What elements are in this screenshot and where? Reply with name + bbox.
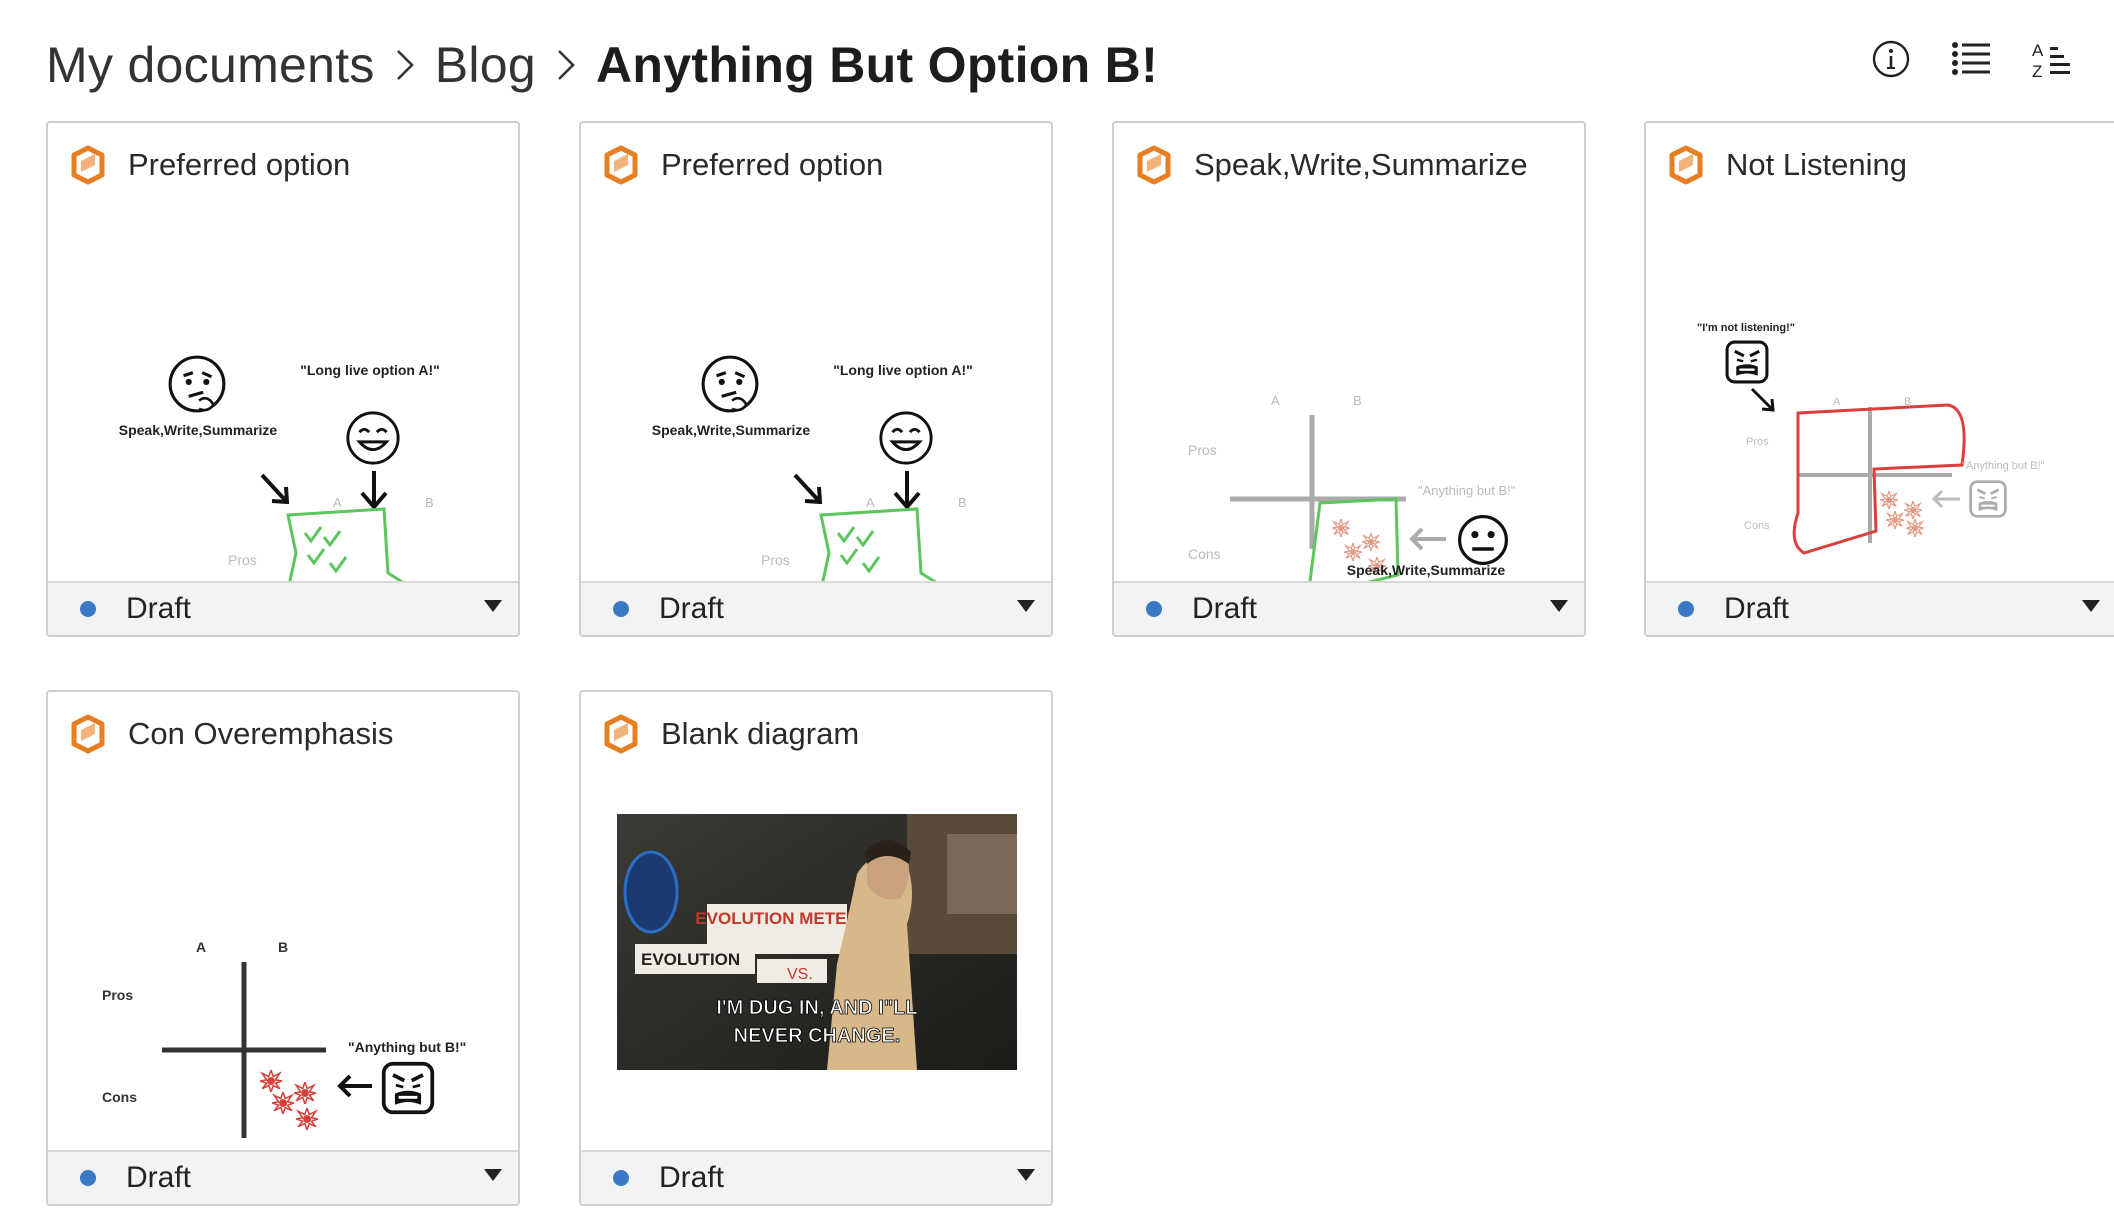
svg-text:Pros: Pros: [1746, 436, 1769, 448]
breadcrumb-my-documents[interactable]: My documents: [46, 36, 375, 94]
info-icon[interactable]: [1868, 36, 1914, 82]
status-dot: [1146, 601, 1162, 617]
card-title[interactable]: Blank diagram: [661, 716, 859, 752]
document-card[interactable]: Speak,Write,Summarize A B Pros Cons "Any…: [1112, 121, 1586, 637]
status-label: Draft: [1724, 592, 1790, 625]
card-title[interactable]: Speak,Write,Summarize: [1194, 147, 1528, 183]
sort-alpha-icon[interactable]: AZ: [2028, 36, 2074, 82]
status-dropdown-icon[interactable]: [484, 1169, 502, 1181]
document-icon: [1666, 145, 1706, 185]
status-label: Draft: [659, 1161, 725, 1194]
status-dot: [1678, 601, 1694, 617]
status-dot: [613, 1170, 629, 1186]
svg-text:Pros: Pros: [228, 552, 257, 568]
document-icon: [1134, 145, 1174, 185]
card-title[interactable]: Not Listening: [1726, 147, 1907, 183]
card-title[interactable]: Preferred option: [128, 147, 350, 183]
svg-text:"Anything but B!": "Anything but B!": [348, 1039, 466, 1055]
chevron-right-icon: [375, 48, 435, 82]
svg-text:A: A: [2032, 41, 2044, 60]
svg-text:B: B: [425, 495, 434, 510]
meme-caption: I'M DUG IN, AND I"LL: [716, 997, 917, 1019]
status-dot: [80, 1170, 96, 1186]
status-dropdown-icon[interactable]: [1017, 600, 1035, 612]
speaker-caption: Speak,Write,Summarize: [1347, 562, 1506, 578]
document-card[interactable]: Preferred option Speak,Write,Summarize "…: [46, 121, 520, 637]
diagram-thumbnail[interactable]: Speak,Write,Summarize "Long live option …: [50, 213, 518, 583]
diagram-thumbnail[interactable]: Speak,Write,Summarize "Long live option …: [583, 213, 1051, 583]
status-bar: Draft: [1646, 581, 2114, 635]
status-label: Draft: [659, 592, 725, 625]
meme-image[interactable]: EVOLUTION METER EVOLUTION VS. I'M DUG IN…: [617, 814, 1017, 1070]
svg-text:A: A: [333, 495, 342, 510]
document-icon: [68, 145, 108, 185]
document-card[interactable]: Blank diagram EVOLUTION METER EVOLUTION …: [579, 690, 1053, 1206]
status-label: Draft: [126, 1161, 192, 1194]
svg-text:"Long live option A!": "Long live option A!": [833, 362, 973, 378]
list-view-icon[interactable]: [1948, 36, 1994, 82]
svg-text:Pros: Pros: [102, 987, 133, 1003]
status-dropdown-icon[interactable]: [1017, 1169, 1035, 1181]
svg-text:"I'm not listening!": "I'm not listening!": [1697, 322, 1795, 334]
card-title[interactable]: Con Overemphasis: [128, 716, 393, 752]
status-bar: Draft: [1114, 581, 1584, 635]
page-title: Anything But Option B!: [596, 37, 1159, 93]
status-dropdown-icon[interactable]: [1550, 600, 1568, 612]
breadcrumb-blog[interactable]: Blog: [435, 36, 536, 94]
status-dot: [80, 601, 96, 617]
svg-text:B: B: [278, 939, 288, 955]
status-dot: [613, 601, 629, 617]
svg-text:EVOLUTION METER: EVOLUTION METER: [695, 909, 858, 928]
svg-text:"Anything but B!": "Anything but B!": [1962, 460, 2045, 472]
status-dropdown-icon[interactable]: [484, 600, 502, 612]
svg-text:A: A: [196, 939, 206, 955]
document-icon: [601, 714, 641, 754]
status-bar: Draft: [581, 1150, 1051, 1204]
svg-text:B: B: [958, 495, 967, 510]
status-bar: Draft: [48, 1150, 518, 1204]
document-card[interactable]: Not Listening "I'm not listening!" A B P…: [1644, 121, 2114, 637]
document-icon: [68, 714, 108, 754]
svg-text:Speak,Write,Summarize: Speak,Write,Summarize: [652, 422, 811, 438]
thinking-face-icon: [168, 355, 226, 413]
document-card[interactable]: Preferred option Speak,Write,Summarize "…: [579, 121, 1053, 637]
svg-text:Z: Z: [2032, 62, 2042, 79]
smiley-face-icon: [879, 411, 933, 465]
svg-text:VS.: VS.: [787, 966, 813, 983]
card-title[interactable]: Preferred option: [661, 147, 883, 183]
status-label: Draft: [126, 592, 192, 625]
svg-text:A: A: [1833, 396, 1841, 408]
diagram-thumbnail[interactable]: "I'm not listening!" A B Pros Cons "Anyt…: [1648, 213, 2114, 583]
angry-face-icon: [1969, 480, 2007, 518]
status-bar: Draft: [581, 581, 1051, 635]
svg-text:Speak,Write,Summarize: Speak,Write,Summarize: [1347, 562, 1506, 578]
breadcrumb: My documents Blog Anything But Option B!…: [46, 30, 2074, 100]
document-icon: [601, 145, 641, 185]
status-dropdown-icon[interactable]: [2082, 600, 2100, 612]
chevron-right-icon: [536, 48, 596, 82]
status-bar: Draft: [48, 581, 518, 635]
smiley-face-icon: [346, 411, 400, 465]
meme-caption: NEVER CHANGE.: [734, 1025, 901, 1047]
svg-text:Cons: Cons: [102, 1089, 137, 1105]
angry-face-icon: [381, 1061, 435, 1115]
svg-text:A: A: [866, 495, 875, 510]
svg-text:EVOLUTION: EVOLUTION: [641, 950, 740, 969]
quote-label: "Long live option A!": [300, 362, 440, 378]
svg-text:Cons: Cons: [1744, 520, 1770, 532]
angry-face-icon: [1725, 340, 1769, 384]
speaker-label: Speak,Write,Summarize: [119, 422, 278, 438]
diagram-thumbnail[interactable]: A B Pros Cons "Anything but B!": [50, 782, 518, 1152]
document-card[interactable]: Con Overemphasis A B Pros Cons "Anything…: [46, 690, 520, 1206]
status-label: Draft: [1192, 592, 1258, 625]
thinking-face-icon: [701, 355, 759, 413]
svg-text:Pros: Pros: [761, 552, 790, 568]
